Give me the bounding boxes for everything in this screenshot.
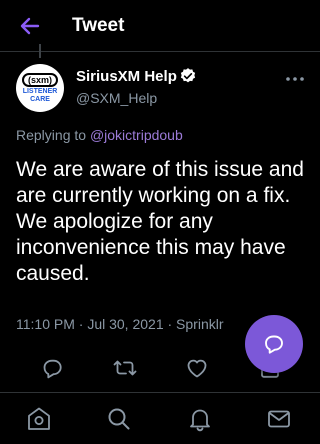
nav-home[interactable] (26, 406, 52, 432)
avatar-logo: (sxm) (22, 73, 58, 87)
replying-to: Replying to @jokictripdoub (16, 127, 183, 143)
replying-mention-link[interactable]: @jokictripdoub (90, 127, 183, 143)
avatar-subtext: LISTENER CARE (22, 88, 58, 103)
author-handle[interactable]: @SXM_Help (76, 90, 157, 106)
tweet-text: We are aware of this issue and are curre… (16, 158, 304, 285)
retweet-button[interactable] (113, 356, 137, 380)
more-options-button[interactable] (284, 70, 306, 81)
tweet-timestamp-source[interactable]: 11:10 PM · Jul 30, 2021 · Sprinklr (16, 316, 224, 332)
replying-prefix: Replying to (16, 127, 87, 143)
thread-connector (39, 44, 41, 58)
notifications-icon (190, 409, 210, 432)
like-icon (187, 359, 207, 378)
avatar[interactable]: (sxm) LISTENER CARE (16, 64, 64, 112)
more-horizontal-icon (286, 77, 304, 81)
messages-icon (268, 410, 290, 428)
like-button[interactable] (185, 356, 209, 380)
verified-badge-icon (180, 68, 196, 83)
nav-notifications[interactable] (187, 406, 213, 432)
page-title: Tweet (72, 15, 125, 36)
bottom-navigation (0, 392, 320, 444)
compose-reply-button[interactable] (245, 315, 303, 373)
back-button[interactable] (18, 14, 42, 38)
top-bar: Tweet (0, 0, 320, 52)
nav-messages[interactable] (266, 406, 292, 432)
arrow-left-icon (20, 17, 40, 35)
compose-icon (265, 335, 283, 354)
nav-search[interactable] (106, 406, 132, 432)
home-icon (28, 407, 50, 430)
author-name[interactable]: SiriusXM Help (76, 68, 177, 85)
retweet-icon (113, 360, 137, 376)
reply-button[interactable] (40, 356, 64, 380)
reply-icon (43, 359, 62, 379)
search-icon (108, 408, 130, 430)
